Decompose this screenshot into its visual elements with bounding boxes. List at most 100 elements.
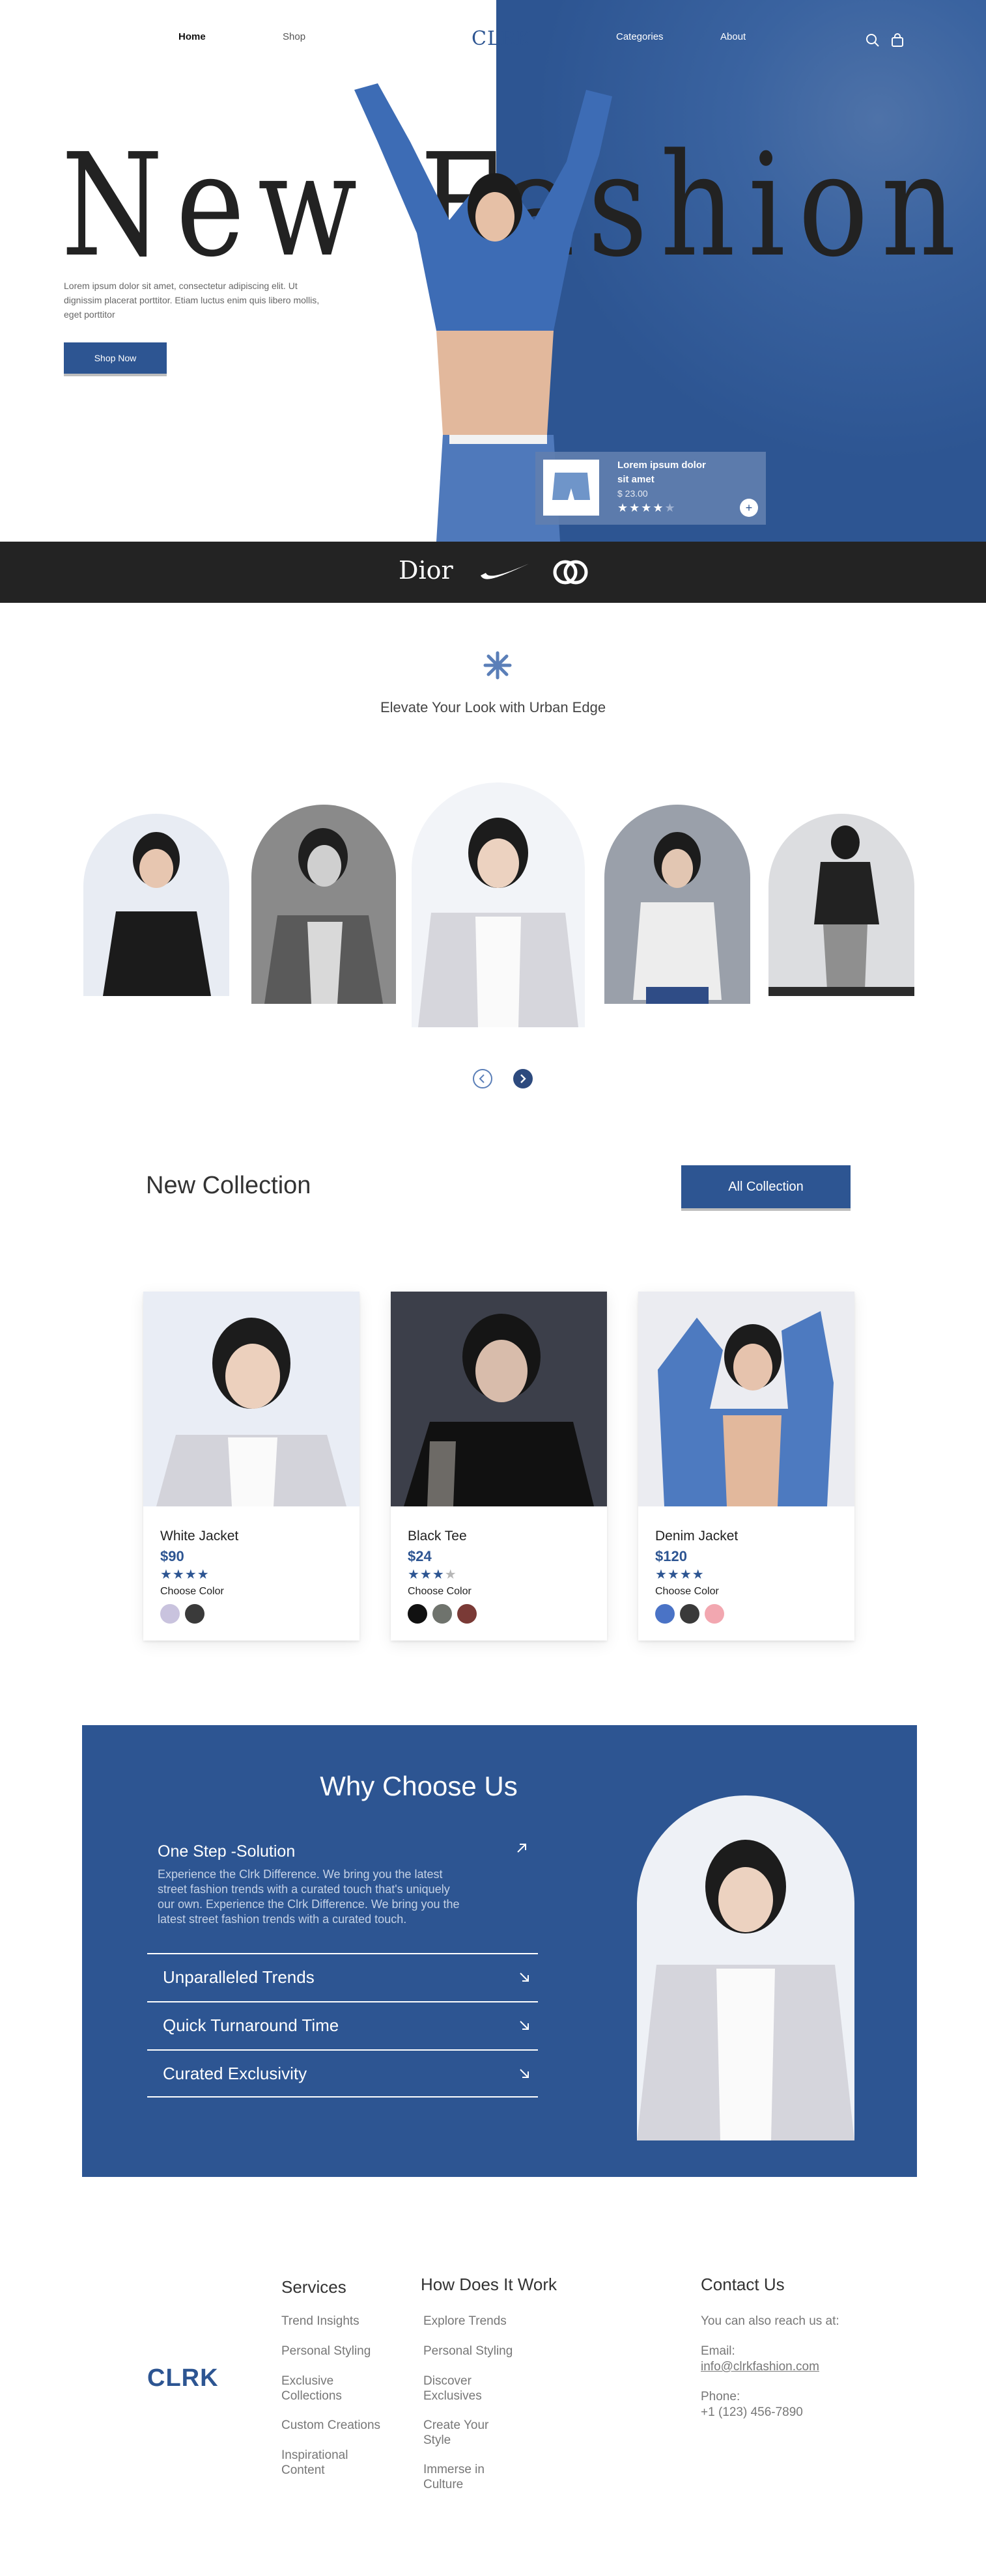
- color-swatch-pink[interactable]: [705, 1604, 724, 1624]
- accordion-open-text: Experience the Clrk Difference. We bring…: [158, 1868, 460, 1926]
- chevron-right-icon: [520, 1074, 526, 1083]
- collection-title: New Collection: [146, 1172, 311, 1199]
- section-tagline: Elevate Your Look with Urban Edge: [380, 699, 606, 715]
- footer-phone-label: Phone:: [701, 2390, 740, 2403]
- footer-link[interactable]: Personal Styling: [281, 2344, 405, 2359]
- model-photo: [418, 818, 578, 1027]
- product-card-white-jacket[interactable]: White Jacket $90 ★★★★ Choose Color: [143, 1292, 359, 1641]
- arrow-up-right-icon[interactable]: [514, 1841, 529, 1855]
- model-photo: [768, 825, 914, 996]
- product-rating: ★★★★★: [617, 501, 677, 515]
- nav-about[interactable]: About: [720, 31, 746, 42]
- hero-section: Home Shop CLRK Categories About New Fash…: [0, 0, 986, 542]
- why-choose-us-section: Why Choose Us One Step -Solution Experie…: [82, 1725, 917, 2177]
- add-to-cart-button[interactable]: +: [740, 499, 758, 517]
- gallery-next-button[interactable]: [513, 1069, 533, 1088]
- choose-color-label: Choose Color: [655, 1586, 719, 1597]
- top-nav: Home Shop CLRK Categories About: [0, 27, 986, 51]
- footer-link[interactable]: Personal Styling: [423, 2344, 547, 2359]
- footer-email-link[interactable]: info@clrkfashion.com: [701, 2359, 896, 2374]
- nav-shop[interactable]: Shop: [283, 31, 305, 42]
- star-filled: ★★★★: [617, 501, 665, 514]
- product-rating: ★★★★: [408, 1566, 457, 1583]
- footer-services-title: Services: [281, 2277, 346, 2297]
- color-swatch-charcoal[interactable]: [185, 1604, 204, 1624]
- product-price: $24: [408, 1548, 432, 1564]
- gallery-prev-button[interactable]: [473, 1069, 492, 1088]
- footer-logo[interactable]: CLRK: [147, 2364, 219, 2392]
- arrow-down-right-icon: [517, 2017, 531, 2031]
- model-photo: [633, 832, 722, 1004]
- gallery-photo-5[interactable]: [768, 814, 914, 996]
- footer-link[interactable]: Trend Insights: [281, 2314, 405, 2329]
- model-photo: [637, 1840, 854, 2140]
- footer-link[interactable]: Exclusive Collections: [281, 2374, 353, 2403]
- product-image: [638, 1292, 854, 1506]
- gallery-photo-3[interactable]: [412, 782, 585, 1027]
- footer-how-title: How Does It Work: [421, 2275, 557, 2294]
- color-swatch-lavender[interactable]: [160, 1604, 180, 1624]
- product-image: [391, 1292, 607, 1506]
- color-swatch-black[interactable]: [408, 1604, 427, 1624]
- gallery-photo-2[interactable]: [251, 805, 396, 1004]
- accordion-open-title[interactable]: One Step -Solution: [158, 1842, 295, 1861]
- white-jacket-photo: [156, 1318, 346, 1506]
- accordion-label: Unparalleled Trends: [163, 1967, 315, 1987]
- product-rating: ★★★★: [160, 1568, 210, 1582]
- gucci-logo: [553, 560, 588, 585]
- why-title: Why Choose Us: [320, 1771, 518, 1801]
- arrow-down-right-icon: [517, 2065, 531, 2079]
- accordion-item-exclusivity[interactable]: Curated Exclusivity: [147, 2049, 538, 2098]
- all-collection-button[interactable]: All Collection: [681, 1165, 851, 1208]
- product-card-black-tee[interactable]: Black Tee $24 ★★★★ Choose Color: [391, 1292, 607, 1641]
- product-price: $120: [655, 1548, 687, 1564]
- footer-link[interactable]: Create Your Style: [423, 2418, 495, 2448]
- footer-link[interactable]: Immerse in Culture: [423, 2462, 495, 2492]
- why-model-photo: [637, 1795, 854, 2140]
- search-icon[interactable]: [865, 33, 880, 48]
- nav-home[interactable]: Home: [178, 31, 206, 42]
- accordion-item-trends[interactable]: Unparalleled Trends: [147, 1953, 538, 2001]
- accordion-label: Quick Turnaround Time: [163, 2015, 339, 2035]
- denim-shorts-image: [552, 473, 590, 500]
- arrow-down-right-icon: [517, 1969, 531, 1983]
- denim-jacket-photo: [658, 1311, 834, 1506]
- hero-description: Lorem ipsum dolor sit amet, consectetur …: [64, 281, 320, 320]
- star-empty: ★: [664, 501, 677, 514]
- shop-now-button[interactable]: Shop Now: [64, 342, 167, 374]
- product-image: [143, 1292, 359, 1506]
- product-name: Black Tee: [408, 1529, 467, 1544]
- choose-color-label: Choose Color: [160, 1586, 224, 1597]
- gallery-photo-4[interactable]: [604, 805, 750, 1004]
- footer-phone[interactable]: +1 (123) 456-7890: [701, 2405, 896, 2420]
- nav-categories[interactable]: Categories: [616, 31, 664, 42]
- color-swatch-gray[interactable]: [432, 1604, 452, 1624]
- nike-logo: [481, 564, 529, 579]
- asterisk-icon: [483, 651, 512, 680]
- product-thumbnail: [543, 460, 599, 516]
- product-name: White Jacket: [160, 1529, 239, 1544]
- accordion-item-turnaround[interactable]: Quick Turnaround Time: [147, 2001, 538, 2049]
- product-name: Lorem ipsum dolor sit amet: [617, 460, 706, 485]
- featured-product-card[interactable]: Lorem ipsum dolor sit amet $ 23.00 ★★★★★…: [535, 452, 766, 525]
- star-filled: ★★★: [408, 1568, 445, 1582]
- color-swatch-maroon[interactable]: [457, 1604, 477, 1624]
- logo[interactable]: CLRK: [472, 27, 531, 50]
- footer-contact-intro: You can also reach us at:: [701, 2314, 839, 2328]
- gallery-photo-1[interactable]: [83, 814, 229, 996]
- bag-icon[interactable]: [890, 33, 905, 48]
- model-photo: [264, 828, 383, 1004]
- model-photo: [103, 832, 211, 996]
- color-swatch-blue[interactable]: [655, 1604, 675, 1624]
- footer-link[interactable]: Custom Creations: [281, 2418, 405, 2433]
- product-card-denim-jacket[interactable]: Denim Jacket $120 ★★★★ Choose Color: [638, 1292, 854, 1641]
- footer-link[interactable]: Inspirational Content: [281, 2448, 359, 2478]
- choose-color-label: Choose Color: [408, 1586, 472, 1597]
- product-rating: ★★★★: [655, 1568, 705, 1582]
- footer-link[interactable]: Explore Trends: [423, 2314, 547, 2329]
- product-price: $ 23.00: [617, 488, 648, 499]
- color-swatch-charcoal[interactable]: [680, 1604, 699, 1624]
- footer-email-label: Email:: [701, 2344, 735, 2358]
- accordion-label: Curated Exclusivity: [163, 2064, 307, 2083]
- footer-link[interactable]: Discover Exclusives: [423, 2374, 495, 2403]
